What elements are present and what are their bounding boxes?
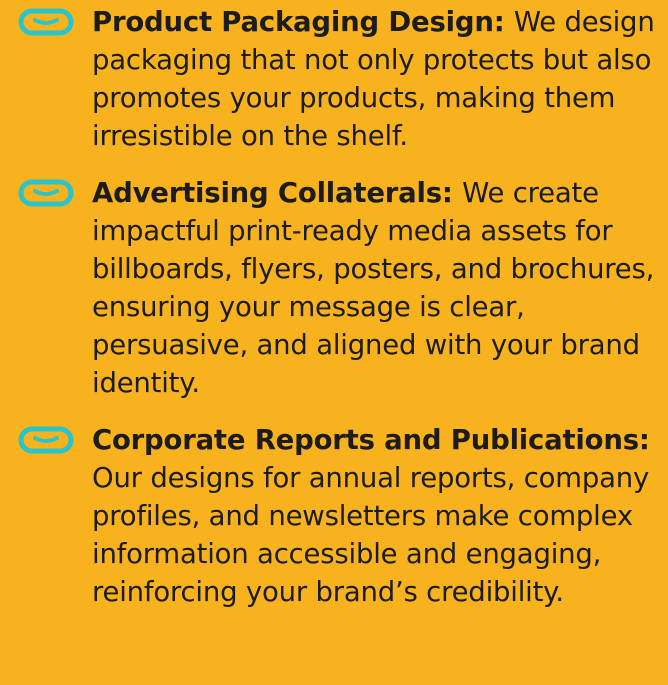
service-title: Corporate Reports and Publications: bbox=[92, 424, 650, 456]
infinity-loop-icon bbox=[18, 8, 74, 36]
service-item-corporate-reports: Corporate Reports and Publications: Our … bbox=[0, 421, 668, 611]
service-description: Our designs for annual reports, company … bbox=[92, 462, 650, 608]
service-description: We create impactful print-ready media as… bbox=[92, 177, 655, 399]
service-title: Advertising Collaterals: bbox=[92, 177, 463, 209]
service-item-product-packaging: Product Packaging Design: We design pack… bbox=[0, 3, 668, 155]
service-title: Product Packaging Design: bbox=[92, 6, 514, 38]
infinity-loop-icon bbox=[18, 179, 74, 207]
page: Product Packaging Design: We design pack… bbox=[0, 3, 668, 685]
infinity-loop-icon bbox=[18, 426, 74, 454]
service-list: Product Packaging Design: We design pack… bbox=[0, 3, 668, 611]
service-item-advertising-collaterals: Advertising Collaterals: We create impac… bbox=[0, 174, 668, 402]
